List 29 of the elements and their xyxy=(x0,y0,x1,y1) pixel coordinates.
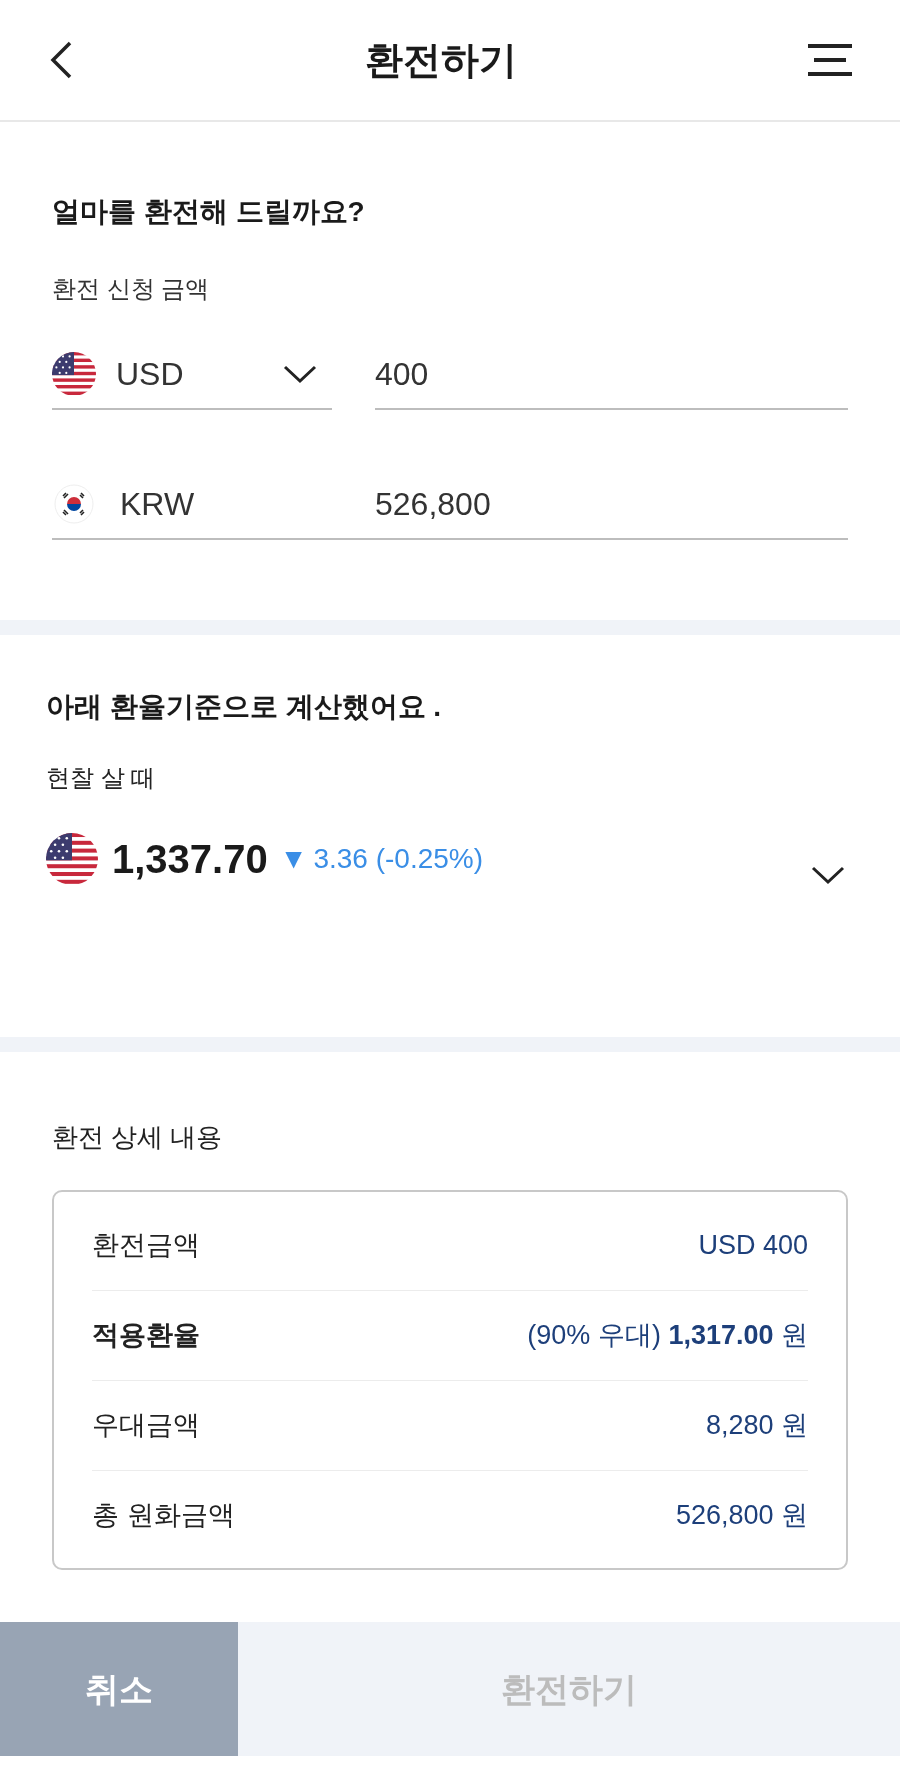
currency-code: USD xyxy=(116,355,185,394)
detail-label: 환전금액 xyxy=(92,1228,200,1262)
flag-icon xyxy=(52,352,96,396)
converted-amount: 526,800 xyxy=(375,485,491,524)
back-icon[interactable] xyxy=(48,40,74,80)
detail-label: 우대금액 xyxy=(92,1409,200,1443)
amount-input[interactable]: 400 xyxy=(375,340,848,410)
detail-label: 총 원화금액 xyxy=(92,1499,235,1533)
flag-icon xyxy=(46,833,98,885)
page-title: 환전하기 xyxy=(365,37,517,83)
chevron-icon[interactable] xyxy=(282,364,318,384)
chevron-icon[interactable] xyxy=(810,865,846,885)
menu-icon[interactable] xyxy=(808,43,852,77)
detail-value: USD 400 xyxy=(698,1228,808,1262)
field-label: 환전 신청 금액 xyxy=(52,274,211,304)
section-heading: 얼마를 환전해 드릴까요? xyxy=(52,195,366,229)
rate-change: 3.36 (-0.25%) xyxy=(313,842,484,876)
section-heading: 아래 환율기준으로 계산했어요 . xyxy=(46,690,443,724)
detail-value: 8,280 원 xyxy=(705,1409,808,1443)
detail-label: 적용환율 xyxy=(92,1319,200,1353)
down-arrow-icon: ▼ xyxy=(279,838,308,880)
currency-code: KRW xyxy=(120,485,195,524)
currency-select[interactable]: USD xyxy=(52,340,332,410)
detail-value: (90% 우대) 1,317.00 원 xyxy=(527,1319,808,1353)
detail-value: 526,800 원 xyxy=(675,1499,808,1533)
rate-type-label: 현찰 살 때 xyxy=(46,763,157,793)
exchange-rate: 1,337.70 xyxy=(112,836,268,883)
section-heading: 환전 상세 내용 xyxy=(52,1121,224,1154)
flag-icon xyxy=(54,484,94,524)
